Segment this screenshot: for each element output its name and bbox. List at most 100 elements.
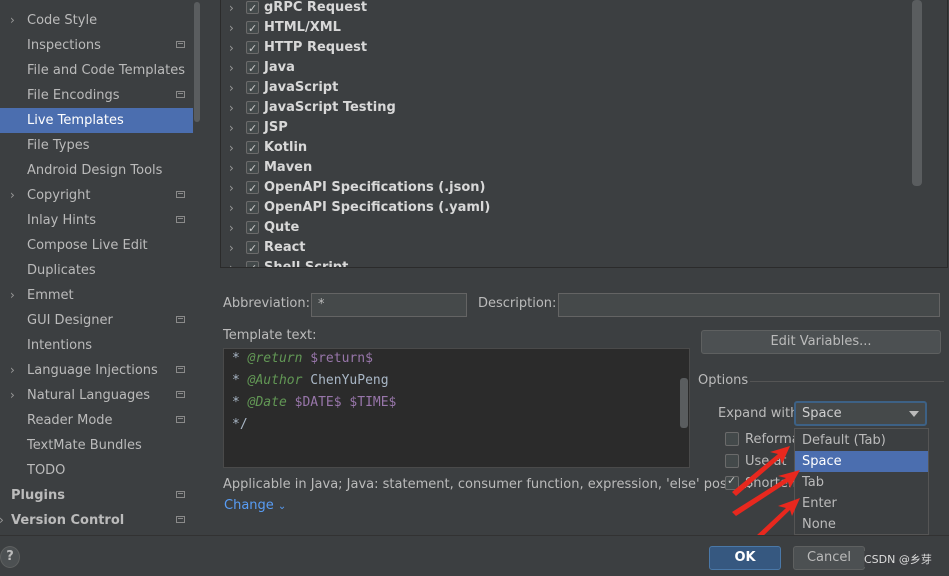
project-scope-icon	[176, 91, 185, 98]
template-group-row[interactable]: › Maven	[221, 158, 921, 179]
group-checkbox[interactable]	[246, 39, 259, 59]
sidebar-item[interactable]: TODO	[0, 458, 201, 483]
chevron-right-icon[interactable]: ›	[229, 258, 234, 267]
expand-with-select[interactable]: Space	[794, 401, 927, 426]
template-group-row[interactable]: › OpenAPI Specifications (.json)	[221, 178, 921, 199]
chevron-right-icon[interactable]: ›	[10, 183, 15, 208]
chevron-right-icon[interactable]: ›	[229, 238, 234, 258]
group-checkbox[interactable]	[246, 79, 259, 99]
sidebar-item[interactable]: Live Templates	[0, 108, 201, 133]
sidebar-item[interactable]: File and Code Templates	[0, 58, 201, 83]
sidebar-item[interactable]: Inlay Hints	[0, 208, 201, 233]
chevron-right-icon[interactable]: ›	[10, 383, 15, 408]
sidebar-item[interactable]: Plugins	[0, 483, 201, 508]
sidebar-item[interactable]: Inspections	[0, 33, 201, 58]
template-group-row[interactable]: › Java	[221, 58, 921, 79]
dropdown-option[interactable]: Space	[795, 451, 928, 472]
group-checkbox[interactable]	[246, 239, 259, 259]
chevron-right-icon[interactable]: ›	[229, 98, 234, 118]
sidebar-item[interactable]: › Copyright	[0, 183, 201, 208]
template-group-row[interactable]: › JavaScript	[221, 78, 921, 99]
sidebar-item[interactable]: Android Design Tools	[0, 158, 201, 183]
group-checkbox[interactable]	[246, 119, 259, 139]
group-checkbox[interactable]	[246, 0, 259, 19]
template-scrollbar[interactable]	[680, 378, 688, 428]
template-line: * @return $return$	[232, 351, 373, 366]
chevron-right-icon[interactable]: ›	[10, 8, 15, 33]
group-checkbox[interactable]	[246, 219, 259, 239]
chevron-right-icon[interactable]: ›	[229, 198, 234, 218]
project-scope-icon	[176, 216, 185, 223]
template-group-row[interactable]: › JSP	[221, 118, 921, 139]
template-group-row[interactable]: › HTTP Request	[221, 38, 921, 59]
template-group-row[interactable]: › React	[221, 238, 921, 259]
sidebar-item[interactable]: GUI Designer	[0, 308, 201, 333]
description-input[interactable]	[558, 293, 940, 317]
template-group-row[interactable]: › HTML/XML	[221, 18, 921, 39]
edit-variables-button[interactable]: Edit Variables...	[701, 330, 941, 354]
project-scope-icon	[176, 491, 185, 498]
group-checkbox[interactable]	[246, 99, 259, 119]
chevron-right-icon[interactable]: ›	[10, 283, 15, 308]
sidebar-item[interactable]: Duplicates	[0, 258, 201, 283]
sidebar-item[interactable]: › Emmet	[0, 283, 201, 308]
template-text-label: Template text:	[223, 328, 317, 343]
chevron-right-icon[interactable]: ›	[229, 78, 234, 98]
applicable-contexts-text: Applicable in Java; Java: statement, con…	[223, 477, 752, 492]
chevron-right-icon[interactable]: ›	[229, 18, 234, 38]
chevron-right-icon[interactable]: ›	[229, 218, 234, 238]
chevron-right-icon[interactable]: ›	[229, 178, 234, 198]
template-group-row[interactable]: › Kotlin	[221, 138, 921, 159]
template-text-editor[interactable]: * @return $return$ * @Author ChenYuPeng * …	[223, 348, 690, 468]
chevron-right-icon[interactable]: ›	[229, 38, 234, 58]
help-button[interactable]: ?	[0, 546, 20, 568]
tree-scrollbar[interactable]	[912, 0, 922, 186]
chevron-right-icon[interactable]: ›	[229, 58, 234, 78]
template-group-row[interactable]: › JavaScript Testing	[221, 98, 921, 119]
group-checkbox[interactable]	[246, 159, 259, 179]
sidebar-item[interactable]: › Natural Languages	[0, 383, 201, 408]
template-group-row[interactable]: › OpenAPI Specifications (.yaml)	[221, 198, 921, 219]
dropdown-option[interactable]: Enter	[795, 493, 928, 514]
sidebar-item[interactable]: Compose Live Edit	[0, 233, 201, 258]
dropdown-option[interactable]: None	[795, 514, 928, 535]
chevron-right-icon[interactable]: ›	[0, 508, 4, 533]
group-checkbox[interactable]	[246, 179, 259, 199]
sidebar-scrollbar[interactable]	[193, 0, 201, 535]
template-group-row[interactable]: › Shell Script	[221, 258, 921, 267]
chevron-right-icon[interactable]: ›	[229, 158, 234, 178]
template-line: * @Author ChenYuPeng	[232, 373, 389, 388]
chevron-right-icon[interactable]: ›	[10, 358, 15, 383]
cancel-button[interactable]: Cancel	[793, 546, 865, 570]
sidebar-item[interactable]: Reader Mode	[0, 408, 201, 433]
template-line: * @Date $DATE$ $TIME$	[232, 395, 397, 410]
chevron-right-icon[interactable]: ›	[229, 138, 234, 158]
template-group-label: Maven	[264, 160, 313, 175]
ok-button[interactable]: OK	[709, 546, 781, 570]
chevron-right-icon[interactable]: ›	[229, 118, 234, 138]
group-checkbox[interactable]	[246, 259, 259, 267]
sidebar-item[interactable]: › Version Control	[0, 508, 201, 533]
sidebar-item[interactable]: File Types	[0, 133, 201, 158]
sidebar-item-label: Compose Live Edit	[27, 238, 148, 253]
group-checkbox[interactable]	[246, 59, 259, 79]
sidebar-item[interactable]: File Encodings	[0, 83, 201, 108]
change-link[interactable]: Change ⌄	[224, 498, 286, 513]
template-group-row[interactable]: › Qute	[221, 218, 921, 239]
template-group-row[interactable]: › gRPC Request	[221, 0, 921, 19]
group-checkbox[interactable]	[246, 199, 259, 219]
abbreviation-label: Abbreviation:	[223, 296, 311, 311]
chevron-right-icon[interactable]: ›	[229, 0, 234, 18]
dropdown-option[interactable]: Tab	[795, 472, 928, 493]
sidebar-item[interactable]: › Code Style	[0, 8, 201, 33]
group-checkbox[interactable]	[246, 139, 259, 159]
sidebar-item-label: Inlay Hints	[27, 213, 96, 228]
dropdown-option[interactable]: Default (Tab)	[795, 430, 928, 451]
sidebar-item-label: File and Code Templates	[27, 63, 185, 78]
sidebar-item[interactable]: Intentions	[0, 333, 201, 358]
sidebar-item[interactable]: › Language Injections	[0, 358, 201, 383]
dropdown-arrow-icon	[909, 411, 919, 417]
abbreviation-input[interactable]: *	[311, 293, 467, 317]
group-checkbox[interactable]	[246, 19, 259, 39]
sidebar-item[interactable]: TextMate Bundles	[0, 433, 201, 458]
